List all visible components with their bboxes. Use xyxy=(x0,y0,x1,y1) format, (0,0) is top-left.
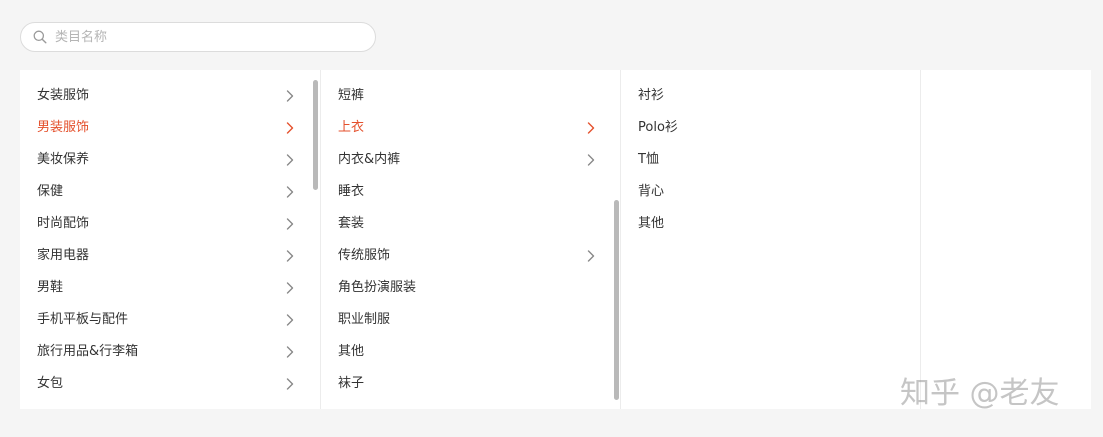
chevron-right-icon xyxy=(286,282,294,294)
category-item[interactable]: 袜子 xyxy=(321,368,621,400)
category-item-label: 美妆保养 xyxy=(37,152,90,167)
category-list-level-3: 衬衫 Polo衫 T恤背心其他 xyxy=(621,80,921,240)
category-cascader: 女装服饰男装服饰美妆保养保健时尚配饰家用电器男鞋手机平板与配件 旅行用品&行李箱女… xyxy=(20,70,1091,409)
category-item-label: 角色扮演服装 xyxy=(338,280,417,295)
category-item-label: T恤 xyxy=(638,152,659,167)
category-item[interactable]: 角色扮演服装 xyxy=(321,272,621,304)
category-column-level-2: 短裤上衣内衣&内裤睡衣套装传统服饰角色扮演服装 职业制服其他袜子 xyxy=(320,70,621,409)
category-item-label: 保健 xyxy=(37,184,64,199)
category-item[interactable]: 其他 xyxy=(321,336,621,368)
category-item[interactable]: 手机平板与配件 xyxy=(20,304,320,336)
chevron-right-icon xyxy=(286,154,294,166)
category-item-label: 传统服饰 xyxy=(338,248,391,263)
category-item[interactable]: 传统服饰 xyxy=(321,240,621,272)
category-item[interactable]: 睡衣 xyxy=(321,176,621,208)
category-item[interactable]: 旅行用品&行李箱 xyxy=(20,336,320,368)
category-item-label: 女装服饰 xyxy=(37,88,90,103)
search-icon xyxy=(33,30,47,44)
chevron-right-icon xyxy=(286,314,294,326)
category-item-label: 睡衣 xyxy=(338,184,365,199)
category-item[interactable]: 上衣 xyxy=(321,112,621,144)
search-box[interactable] xyxy=(20,22,376,52)
category-item[interactable]: 美妆保养 xyxy=(20,144,320,176)
category-item[interactable]: 时尚配饰 xyxy=(20,208,320,240)
category-item[interactable]: 内衣&内裤 xyxy=(321,144,621,176)
category-item-label: 背心 xyxy=(638,184,665,199)
category-item-label: 套装 xyxy=(338,216,365,231)
chevron-right-icon xyxy=(587,154,595,166)
category-item-label: 上衣 xyxy=(338,120,365,135)
category-item[interactable]: 衬衫 xyxy=(621,80,921,112)
category-item[interactable]: 其他 xyxy=(621,208,921,240)
category-item-label: 家用电器 xyxy=(37,248,90,263)
category-column-level-4 xyxy=(920,70,1092,409)
category-list-level-1: 女装服饰男装服饰美妆保养保健时尚配饰家用电器男鞋手机平板与配件 旅行用品&行李箱女… xyxy=(20,80,320,400)
column-scrollbar[interactable] xyxy=(614,200,619,400)
category-item-label: 袜子 xyxy=(338,376,365,391)
category-item[interactable]: 职业制服 xyxy=(321,304,621,336)
category-item-label: 旅行用品&行李箱 xyxy=(37,344,139,359)
category-item-label: 职业制服 xyxy=(338,312,391,327)
category-item-label: 其他 xyxy=(338,344,365,359)
search-input[interactable] xyxy=(55,28,355,46)
category-item-label: 内衣&内裤 xyxy=(338,152,401,167)
category-item[interactable]: 背心 xyxy=(621,176,921,208)
category-item[interactable]: 保健 xyxy=(20,176,320,208)
category-item[interactable]: 女装服饰 xyxy=(20,80,320,112)
category-item[interactable]: 男装服饰 xyxy=(20,112,320,144)
category-item[interactable]: 家用电器 xyxy=(20,240,320,272)
category-list-level-2: 短裤上衣内衣&内裤睡衣套装传统服饰角色扮演服装 职业制服其他袜子 xyxy=(321,80,621,400)
chevron-right-icon xyxy=(286,218,294,230)
chevron-right-icon xyxy=(286,186,294,198)
chevron-right-icon xyxy=(587,122,595,134)
chevron-right-icon xyxy=(286,378,294,390)
category-item[interactable]: 套装 xyxy=(321,208,621,240)
chevron-right-icon xyxy=(587,250,595,262)
chevron-right-icon xyxy=(286,90,294,102)
category-item[interactable]: 男鞋 xyxy=(20,272,320,304)
chevron-right-icon xyxy=(286,250,294,262)
category-item-label: 衬衫 xyxy=(638,88,665,103)
category-item[interactable]: 短裤 xyxy=(321,80,621,112)
category-item-label: 时尚配饰 xyxy=(37,216,90,231)
chevron-right-icon xyxy=(286,122,294,134)
category-item-label: 手机平板与配件 xyxy=(37,312,129,327)
watermark: 知乎 @老友 xyxy=(900,376,1060,411)
category-column-level-1: 女装服饰男装服饰美妆保养保健时尚配饰家用电器男鞋手机平板与配件 旅行用品&行李箱女… xyxy=(20,70,320,409)
column-scrollbar[interactable] xyxy=(313,80,318,190)
category-item-label: 男鞋 xyxy=(37,280,64,295)
category-item-label: 男装服饰 xyxy=(37,120,90,135)
category-item-label: 女包 xyxy=(37,376,64,391)
category-item-label: 短裤 xyxy=(338,88,365,103)
category-item[interactable]: 女包 xyxy=(20,368,320,400)
category-item[interactable]: Polo衫 xyxy=(621,112,921,144)
category-column-level-3: 衬衫 Polo衫 T恤背心其他 xyxy=(620,70,921,409)
category-item-label: Polo衫 xyxy=(638,120,678,135)
chevron-right-icon xyxy=(286,346,294,358)
category-item-label: 其他 xyxy=(638,216,665,231)
category-item[interactable]: T恤 xyxy=(621,144,921,176)
